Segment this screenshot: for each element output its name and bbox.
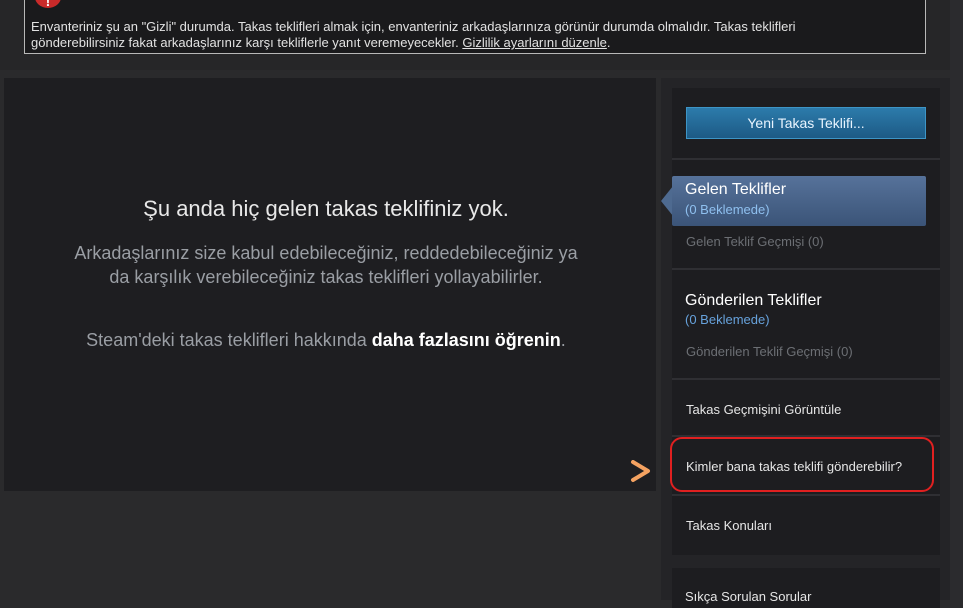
annotation-arrow-icon	[440, 460, 650, 482]
highlight-box	[670, 437, 934, 492]
learn-more-link[interactable]: daha fazlasını öğrenin	[372, 330, 561, 350]
sent-offers-label[interactable]: Gönderilen Teklifler	[685, 292, 822, 310]
privacy-notice: Envanteriniz şu an "Gizli" durumda. Taka…	[24, 0, 926, 54]
sent-pending-count: (0 Beklemede)	[685, 312, 770, 327]
sidebar-divider	[672, 378, 940, 380]
learn-more-line: Steam'deki takas teklifleri hakkında dah…	[0, 330, 652, 351]
notice-text-line2: gönderebilirsiniz fakat arkadaşlarınız k…	[31, 35, 463, 50]
learn-suffix: .	[560, 330, 566, 350]
empty-state-title: Şu anda hiç gelen takas teklifiniz yok.	[143, 196, 509, 221]
incoming-history-link[interactable]: Gelen Teklif Geçmişi (0)	[686, 234, 824, 249]
sidebar-divider	[672, 158, 940, 160]
notice-suffix: .	[606, 35, 611, 50]
incoming-offers-label[interactable]: Gelen Teklifler	[685, 181, 786, 199]
trade-topics-link[interactable]: Takas Konuları	[686, 518, 772, 533]
notice-text-line1: Envanteriniz şu an "Gizli" durumda. Taka…	[31, 19, 796, 34]
faq-link[interactable]: Sıkça Sorulan Sorular	[685, 589, 811, 604]
view-trade-history-link[interactable]: Takas Geçmişini Görüntüle	[686, 402, 841, 417]
learn-prefix: Steam'deki takas teklifleri hakkında	[86, 330, 372, 350]
sidebar-divider	[672, 494, 940, 496]
sidebar-divider	[672, 268, 940, 270]
page-edge	[950, 0, 963, 600]
sent-history-link[interactable]: Gönderilen Teklif Geçmişi (0)	[686, 344, 853, 359]
incoming-pending-count: (0 Beklemede)	[685, 202, 770, 217]
privacy-settings-link[interactable]: Gizlilik ayarlarını düzenle	[462, 35, 607, 50]
new-trade-offer-button[interactable]: Yeni Takas Teklifi...	[686, 107, 926, 139]
empty-state-description: Arkadaşlarınız size kabul edebileceğiniz…	[74, 243, 578, 287]
